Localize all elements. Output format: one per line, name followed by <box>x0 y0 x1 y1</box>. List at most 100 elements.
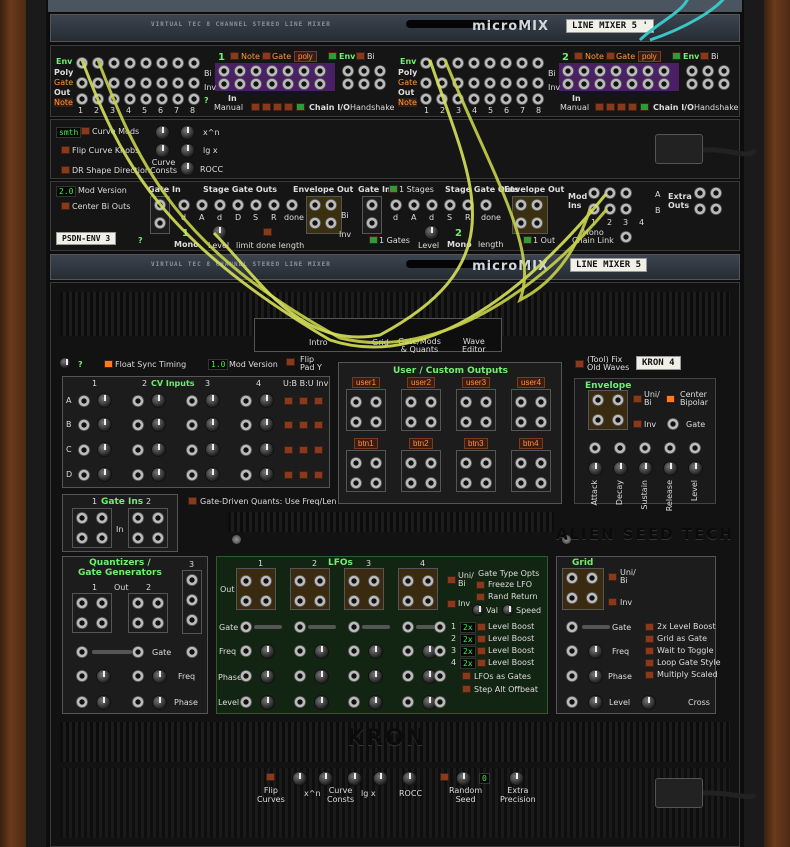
curve-mode-display[interactable]: smth <box>56 127 82 138</box>
jack[interactable] <box>370 416 382 428</box>
grid-inv-toggle[interactable] <box>608 598 617 606</box>
jack[interactable] <box>515 217 527 229</box>
center-bi-toggle[interactable] <box>61 202 70 210</box>
inv-toggle[interactable] <box>314 471 323 479</box>
jack[interactable] <box>348 575 360 587</box>
jack[interactable] <box>348 595 360 607</box>
jack[interactable] <box>76 532 88 544</box>
jack[interactable] <box>642 65 654 77</box>
jack[interactable] <box>434 621 446 633</box>
jack[interactable] <box>76 696 88 708</box>
jack[interactable] <box>562 78 574 90</box>
jack[interactable] <box>484 77 496 89</box>
jack[interactable] <box>294 696 306 708</box>
cv-knob[interactable] <box>205 442 220 457</box>
jack[interactable] <box>282 65 294 77</box>
jack[interactable] <box>350 396 362 408</box>
envelope-knob[interactable] <box>613 461 628 476</box>
gate-driven-toggle[interactable] <box>188 497 197 505</box>
lfo-freq-knob[interactable] <box>260 644 275 659</box>
jack[interactable] <box>614 442 626 454</box>
cv-knob[interactable] <box>259 417 274 432</box>
phase-knob[interactable] <box>96 695 111 710</box>
ub-toggle[interactable] <box>284 471 293 479</box>
jack[interactable] <box>154 217 166 229</box>
jack[interactable] <box>667 418 679 430</box>
jack[interactable] <box>76 77 88 89</box>
jack[interactable] <box>566 670 578 682</box>
jack[interactable] <box>294 595 306 607</box>
jack[interactable] <box>96 512 108 524</box>
lfo-inv-toggle[interactable] <box>447 600 456 608</box>
jack[interactable] <box>420 93 432 105</box>
jack[interactable] <box>240 670 252 682</box>
seed-knob[interactable] <box>456 771 471 786</box>
cv-knob[interactable] <box>259 442 274 457</box>
curve-mods-toggle[interactable] <box>81 127 90 135</box>
jack[interactable] <box>232 199 244 211</box>
jack[interactable] <box>436 77 448 89</box>
jack[interactable] <box>626 78 638 90</box>
jack[interactable] <box>96 617 108 629</box>
jack[interactable] <box>566 572 578 584</box>
manual-btn-2[interactable] <box>262 103 271 111</box>
jack[interactable] <box>444 199 456 211</box>
jack[interactable] <box>298 78 310 90</box>
jack[interactable] <box>286 199 298 211</box>
jack[interactable] <box>405 396 417 408</box>
jack[interactable] <box>240 595 252 607</box>
curve-knob[interactable] <box>318 771 333 786</box>
lfo-gate-slider[interactable] <box>308 625 336 629</box>
jack[interactable] <box>500 93 512 105</box>
jack[interactable] <box>566 621 578 633</box>
jack[interactable] <box>76 646 88 658</box>
jack[interactable] <box>566 696 578 708</box>
cv-knob[interactable] <box>259 393 274 408</box>
jack[interactable] <box>342 65 354 77</box>
jack[interactable] <box>434 696 446 708</box>
jack[interactable] <box>694 187 706 199</box>
jack[interactable] <box>108 57 120 69</box>
jack[interactable] <box>108 93 120 105</box>
jack[interactable] <box>390 199 402 211</box>
extra-precision-knob[interactable] <box>509 771 524 786</box>
jack[interactable] <box>132 469 144 481</box>
jack[interactable] <box>531 199 543 211</box>
jack[interactable] <box>718 65 730 77</box>
jack[interactable] <box>348 621 360 633</box>
bu-toggle[interactable] <box>299 421 308 429</box>
jack[interactable] <box>240 696 252 708</box>
limit-toggle[interactable] <box>263 228 272 236</box>
jack[interactable] <box>402 575 414 587</box>
jack[interactable] <box>76 512 88 524</box>
freq-knob[interactable] <box>96 669 111 684</box>
jack[interactable] <box>260 575 272 587</box>
jack[interactable] <box>314 575 326 587</box>
jack[interactable] <box>266 78 278 90</box>
freq-knob[interactable] <box>152 669 167 684</box>
out-toggle[interactable] <box>523 236 532 244</box>
poly-mode-display[interactable]: poly <box>294 51 317 62</box>
jack[interactable] <box>516 93 528 105</box>
jack[interactable] <box>260 595 272 607</box>
cv-knob[interactable] <box>205 417 220 432</box>
jack[interactable] <box>298 65 310 77</box>
jack[interactable] <box>535 457 547 469</box>
stages-toggle[interactable] <box>389 185 398 193</box>
jack[interactable] <box>370 396 382 408</box>
manual-btn-3[interactable] <box>273 103 282 111</box>
jack[interactable] <box>358 78 370 90</box>
envelope-knob[interactable] <box>588 461 603 476</box>
jack[interactable] <box>140 57 152 69</box>
jack[interactable] <box>76 670 88 682</box>
jack[interactable] <box>425 416 437 428</box>
rocc-knob[interactable] <box>402 771 417 786</box>
cv-knob[interactable] <box>205 467 220 482</box>
jack[interactable] <box>218 65 230 77</box>
jack[interactable] <box>152 617 164 629</box>
boost-display[interactable]: 2x <box>460 622 476 633</box>
jack[interactable] <box>186 469 198 481</box>
menu-intro[interactable]: Intro <box>309 338 328 347</box>
jack[interactable] <box>76 57 88 69</box>
jack[interactable] <box>452 77 464 89</box>
